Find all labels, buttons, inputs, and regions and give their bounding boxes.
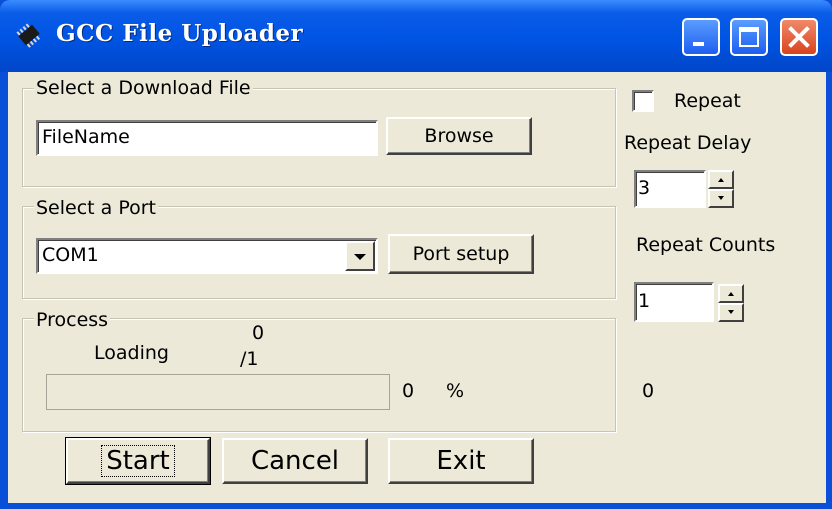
chip-icon [16,23,41,48]
arrow-up-icon [718,178,724,182]
arrow-down-icon [718,196,724,200]
close-icon [788,26,810,48]
repeat-counts-label: Repeat Counts [636,234,776,256]
window-frame-left [0,72,8,509]
window-title: GCC File Uploader [56,20,304,47]
start-button[interactable]: Start [65,437,211,485]
process-legend: Process [34,309,111,331]
port-legend: Select a Port [34,197,159,219]
port-dropdown-button[interactable] [345,241,375,271]
port-select[interactable]: COM1 [36,238,378,274]
loaded-count: 0 [252,322,265,344]
title-bar[interactable]: GCC File Uploader [0,0,832,72]
arrow-up-icon [728,292,734,296]
client-area: Select a Download File FileName Browse S… [8,72,826,503]
close-button[interactable] [780,18,818,56]
repeat-delay-up-button[interactable] [708,170,734,189]
window-frame-right [826,72,832,509]
port-setup-button[interactable]: Port setup [388,234,534,274]
percent-sign: % [446,380,465,402]
repeat-label: Repeat [674,90,741,112]
progress-bar [46,374,390,410]
minimize-icon [693,42,704,46]
app-window: GCC File Uploader Select a Download File… [0,0,832,509]
port-select-value: COM1 [42,244,99,266]
browse-button[interactable]: Browse [386,117,532,155]
download-file-legend: Select a Download File [34,77,253,99]
total-count: /1 [240,348,259,370]
repeat-counts-input[interactable]: 1 [634,282,714,322]
cancel-button[interactable]: Cancel [222,438,368,484]
maximize-button[interactable] [730,18,768,56]
repeat-counts-down-button[interactable] [718,303,744,322]
minimize-button[interactable] [682,18,720,56]
filename-input[interactable]: FileName [36,120,378,156]
repeat-counts-up-button[interactable] [718,284,744,303]
start-button-label: Start [101,445,175,477]
percent-value: 0 [402,380,415,402]
repeat-counts-spinner[interactable] [718,284,744,322]
counter-value: 0 [642,380,655,402]
repeat-delay-down-button[interactable] [708,189,734,208]
repeat-delay-spinner[interactable] [708,170,734,208]
repeat-delay-label: Repeat Delay [624,132,752,154]
repeat-checkbox[interactable] [632,90,654,112]
chevron-down-icon [354,254,366,260]
repeat-delay-input[interactable]: 3 [634,170,706,208]
maximize-icon [739,27,759,47]
loading-label: Loading [94,342,169,364]
arrow-down-icon [728,310,734,314]
exit-button[interactable]: Exit [388,438,534,484]
